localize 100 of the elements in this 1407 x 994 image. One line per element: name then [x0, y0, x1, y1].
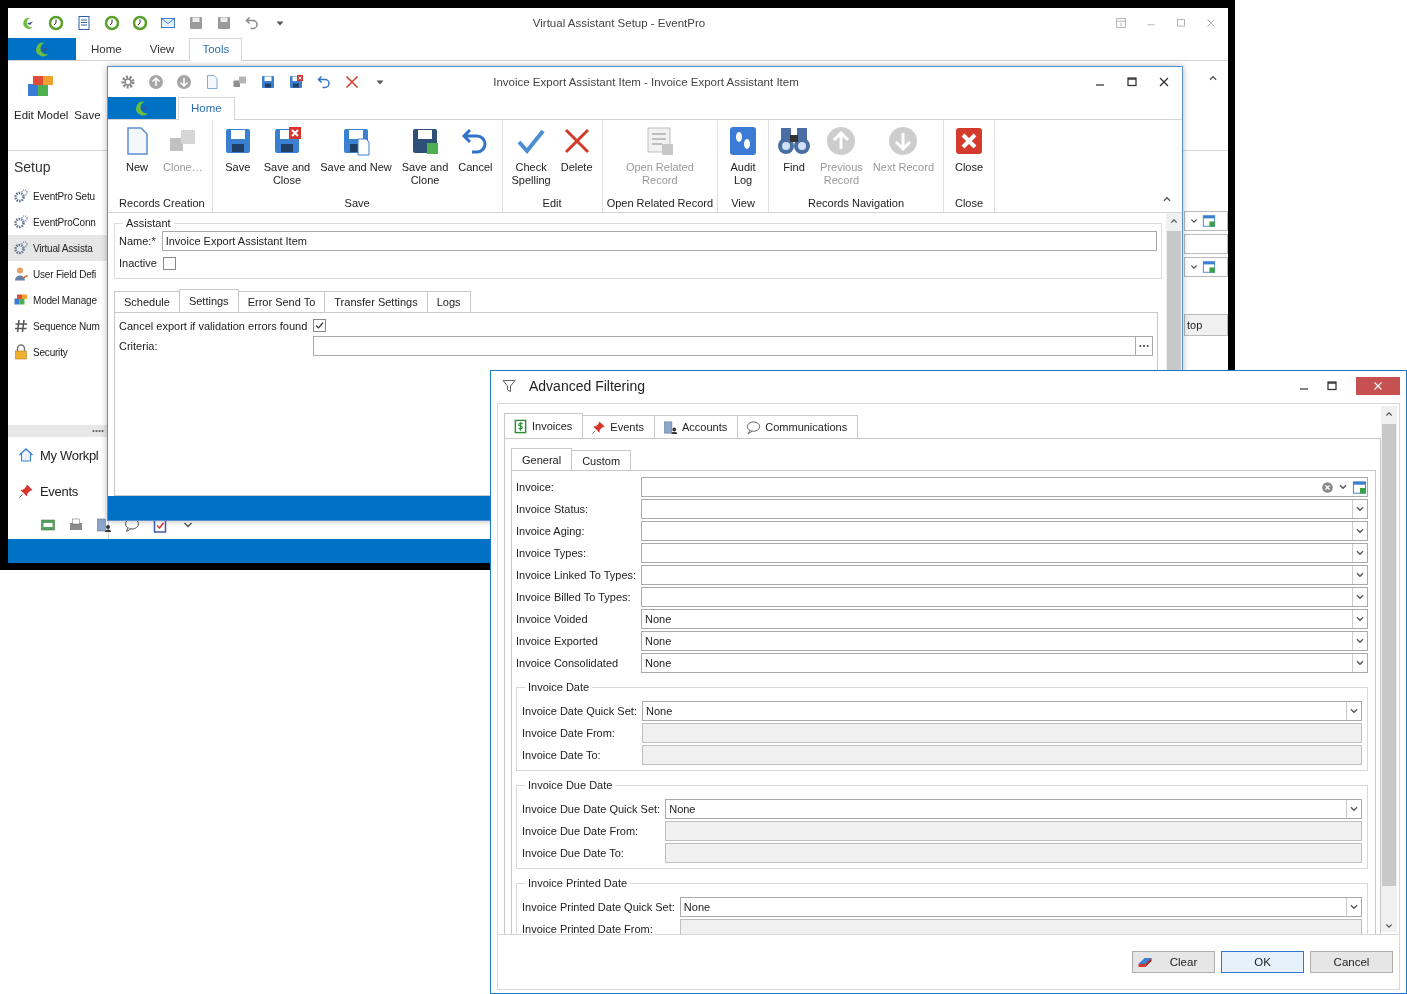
lookup-field[interactable] — [641, 477, 1368, 497]
dropdown-field[interactable] — [641, 543, 1368, 563]
ribbon-button[interactable]: Save — [216, 125, 259, 174]
dropdown-field[interactable] — [641, 499, 1368, 519]
ribbon-button[interactable]: Check Spelling — [506, 125, 556, 187]
date-field[interactable] — [679, 919, 1362, 934]
dropdown-field[interactable] — [1184, 257, 1228, 277]
field-label: Invoice Voided — [516, 613, 589, 625]
sidebar-item[interactable]: Virtual Assista — [8, 235, 108, 261]
sidebar-item[interactable]: Security — [8, 339, 108, 365]
name-field[interactable]: Invoice Export Assistant Item — [161, 231, 1157, 251]
dropdown-field[interactable] — [1184, 211, 1228, 231]
group-caption: Open Related Record — [606, 196, 714, 210]
table-icon[interactable] — [1202, 260, 1216, 274]
field-label: Invoice Aging: — [516, 525, 586, 537]
blocks-icon — [13, 292, 29, 308]
dialog-button[interactable]: Cancel — [1310, 951, 1393, 973]
field-label: Name:* — [119, 235, 156, 247]
dropdown-field[interactable]: None — [641, 609, 1368, 629]
clock-icon[interactable] — [104, 15, 120, 31]
gear-icon[interactable] — [120, 74, 136, 90]
page-icon[interactable] — [204, 74, 220, 90]
ribbon-button[interactable]: New — [116, 125, 158, 174]
dropdown-field[interactable]: None — [641, 701, 1362, 721]
ribbon-button[interactable]: Save and New — [315, 125, 397, 174]
gears-icon — [13, 188, 29, 204]
tab[interactable]: Logs — [426, 291, 471, 312]
table-icon[interactable] — [1202, 214, 1216, 228]
tab[interactable]: Communications — [737, 415, 859, 438]
binoculars-icon — [778, 125, 811, 157]
ribbon-button[interactable]: Find — [773, 125, 816, 174]
building-icon[interactable] — [96, 517, 112, 533]
date-field[interactable] — [641, 745, 1362, 765]
lock-icon — [13, 344, 29, 360]
ribbon-button[interactable]: Delete — [555, 125, 598, 174]
sidebar-item[interactable]: Sequence Num — [8, 313, 108, 339]
scrollbar[interactable] — [1381, 406, 1397, 932]
group-caption: Save — [344, 196, 370, 210]
tab[interactable]: Tools — [189, 38, 243, 61]
dropdown-field[interactable]: None — [665, 799, 1362, 819]
card-icon[interactable] — [40, 517, 56, 533]
tab[interactable]: General — [511, 448, 573, 470]
criteria-field[interactable] — [313, 336, 1136, 356]
group-caption: Close — [954, 196, 984, 210]
navigation-item[interactable]: Events — [8, 473, 108, 509]
app-menu-button[interactable] — [8, 38, 76, 60]
tab[interactable]: Custom — [571, 450, 632, 470]
money-icon — [513, 418, 528, 434]
text-field[interactable] — [1184, 234, 1228, 254]
dropdown-field[interactable]: None — [641, 631, 1368, 651]
sidebar-item[interactable]: EventProConn — [8, 209, 108, 235]
field-label: Invoice Date From: — [522, 727, 616, 739]
clock-icon[interactable] — [48, 15, 64, 31]
ribbon-button[interactable]: Cancel — [453, 125, 498, 174]
date-field[interactable] — [665, 821, 1362, 841]
ribbon-button[interactable]: Save — [72, 109, 103, 121]
ribbon-button[interactable]: Save and Close — [258, 125, 316, 187]
dialog-button[interactable]: Clear — [1132, 951, 1215, 973]
window-title: Virtual Assistant Setup - EventPro — [532, 17, 706, 29]
ribbon-button[interactable]: Save and Clone — [396, 125, 454, 187]
tab[interactable]: Schedule — [114, 291, 180, 312]
field-label: Invoice Billed To Types: — [516, 591, 632, 603]
dropdown-field[interactable]: None — [641, 653, 1368, 673]
sidebar-item[interactable]: EventPro Setu — [8, 183, 108, 209]
down-arrow-icon[interactable] — [176, 74, 192, 90]
up-arrow-icon[interactable] — [148, 74, 164, 90]
undo-arrow-icon[interactable] — [244, 15, 260, 31]
clear-icon[interactable] — [1321, 480, 1334, 494]
date-field[interactable] — [641, 723, 1362, 743]
undo-arrow-icon[interactable] — [316, 74, 332, 90]
dropdown-field[interactable] — [641, 587, 1368, 607]
ribbon-button[interactable]: Audit Log — [722, 125, 765, 187]
tab[interactable]: Invoices — [504, 413, 584, 438]
side-button[interactable]: top — [1184, 314, 1228, 336]
sidebar-item[interactable]: Model Manage — [8, 287, 108, 313]
dialog-button[interactable]: OK — [1221, 951, 1304, 973]
ribbon-button[interactable]: Edit Model — [10, 71, 73, 121]
date-field[interactable] — [665, 843, 1362, 863]
checkbox[interactable] — [313, 319, 327, 332]
dropdown-field[interactable] — [641, 565, 1368, 585]
cross-icon[interactable] — [344, 74, 360, 90]
browse-button[interactable] — [1136, 336, 1153, 356]
clock-icon[interactable] — [132, 15, 148, 31]
dropdown-field[interactable] — [641, 521, 1368, 541]
printer-icon[interactable] — [68, 517, 84, 533]
sidebar-item[interactable]: User Field Defi — [8, 261, 108, 287]
tab[interactable]: View — [136, 38, 188, 60]
app-menu-button[interactable] — [108, 97, 176, 119]
checkbox[interactable] — [162, 256, 176, 270]
group-caption: Records Creation — [119, 196, 205, 210]
tab[interactable]: Home — [78, 38, 135, 60]
table-icon[interactable] — [1352, 479, 1367, 495]
dropdown-field[interactable]: None — [679, 897, 1362, 917]
cubes-icon[interactable] — [232, 74, 248, 90]
document-icon[interactable] — [76, 15, 92, 31]
navigation-item[interactable]: My Workpl — [8, 437, 108, 473]
group-caption: Records Navigation — [808, 196, 905, 210]
tab[interactable]: Home — [178, 97, 235, 120]
ribbon-button[interactable]: Close — [948, 125, 990, 174]
envelope-icon[interactable] — [160, 15, 176, 31]
